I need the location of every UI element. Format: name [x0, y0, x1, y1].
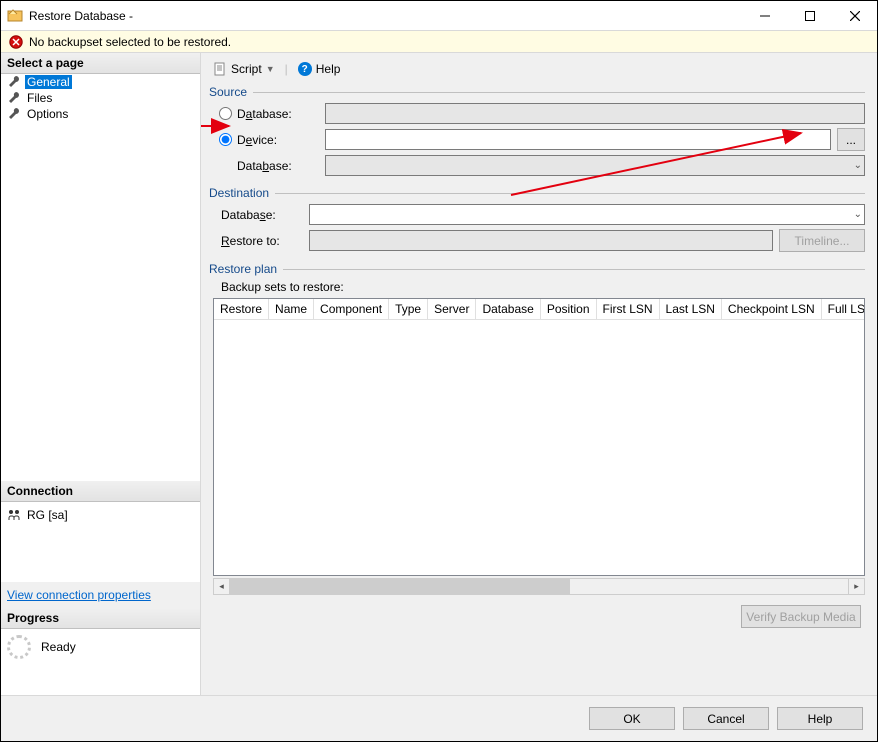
source-database-label: Database:	[237, 107, 292, 121]
destination-group: Destination Database: ⌄ Restore to: Time…	[209, 186, 865, 256]
table-column-header[interactable]: Component	[314, 299, 389, 319]
restore-to-label: Restore to:	[221, 234, 280, 248]
table-header: RestoreNameComponentTypeServerDatabasePo…	[214, 299, 864, 320]
source-database-combo[interactable]	[325, 103, 865, 124]
script-label: Script	[231, 62, 262, 76]
source-device-radio[interactable]	[219, 133, 232, 146]
table-column-header[interactable]: Checkpoint LSN	[722, 299, 822, 319]
table-column-header[interactable]: Type	[389, 299, 428, 319]
sidebar-header-progress: Progress	[1, 608, 200, 629]
wrench-icon	[7, 91, 21, 105]
cancel-button[interactable]: Cancel	[683, 707, 769, 730]
status-bar: No backupset selected to be restored.	[1, 31, 877, 53]
table-column-header[interactable]: Database	[476, 299, 540, 319]
main-area: Select a page General Files Options Conn…	[1, 53, 877, 695]
maximize-button[interactable]	[787, 1, 832, 30]
table-column-header[interactable]: Name	[269, 299, 314, 319]
table-column-header[interactable]: Position	[541, 299, 597, 319]
content-panel: Script ▼ | ? Help Source Database:	[201, 53, 877, 695]
sidebar-item-label: General	[25, 75, 72, 89]
connection-panel: RG [sa]	[1, 502, 200, 526]
source-legend: Source	[209, 85, 247, 99]
table-column-header[interactable]: Last LSN	[660, 299, 722, 319]
help-label: Help	[316, 62, 341, 76]
scroll-right-icon[interactable]: ▸	[848, 578, 865, 595]
backup-sets-label: Backup sets to restore:	[221, 280, 865, 294]
destination-database-combo[interactable]: ⌄	[309, 204, 865, 225]
wrench-icon	[7, 107, 21, 121]
scroll-track[interactable]	[230, 578, 848, 595]
error-icon	[9, 35, 23, 49]
table-column-header[interactable]: Full LSN	[822, 299, 865, 319]
close-button[interactable]	[832, 1, 877, 30]
help-footer-button[interactable]: Help	[777, 707, 863, 730]
help-button[interactable]: ? Help	[294, 60, 345, 78]
horizontal-scrollbar[interactable]: ◂ ▸	[213, 578, 865, 595]
dialog-footer: OK Cancel Help	[1, 695, 877, 741]
chevron-down-icon: ⌄	[854, 160, 862, 171]
scroll-left-icon[interactable]: ◂	[213, 578, 230, 595]
sidebar-header-pages: Select a page	[1, 53, 200, 74]
minimize-button[interactable]	[742, 1, 787, 30]
server-icon	[7, 508, 21, 522]
progress-spinner-icon	[7, 635, 31, 659]
source-group: Source Database: Device: ... Database: ⌄	[209, 85, 865, 180]
table-column-header[interactable]: Server	[428, 299, 476, 319]
wrench-icon	[7, 75, 21, 89]
script-icon	[213, 62, 227, 76]
sidebar: Select a page General Files Options Conn…	[1, 53, 201, 695]
app-icon	[7, 8, 23, 24]
chevron-down-icon: ⌄	[854, 209, 862, 220]
script-button[interactable]: Script ▼	[209, 60, 279, 78]
dialog-window: Restore Database - No backupset selected…	[0, 0, 878, 742]
connection-properties-link[interactable]: View connection properties	[7, 588, 194, 602]
sidebar-item-files[interactable]: Files	[1, 90, 200, 106]
scroll-thumb[interactable]	[230, 579, 570, 594]
titlebar: Restore Database -	[1, 1, 877, 31]
window-title: Restore Database -	[29, 9, 742, 23]
ok-button[interactable]: OK	[589, 707, 675, 730]
help-icon: ?	[298, 62, 312, 76]
sidebar-item-options[interactable]: Options	[1, 106, 200, 122]
dropdown-icon: ▼	[266, 64, 275, 74]
progress-status: Ready	[41, 640, 76, 654]
sidebar-item-general[interactable]: General	[1, 74, 200, 90]
sidebar-page-list: General Files Options	[1, 74, 200, 122]
restore-plan-group: Restore plan Backup sets to restore: Res…	[209, 262, 865, 689]
restore-to-input	[309, 230, 773, 251]
sidebar-item-label: Files	[25, 91, 54, 105]
source-device-db-combo[interactable]: ⌄	[325, 155, 865, 176]
device-browse-button[interactable]: ...	[837, 128, 865, 151]
source-device-input[interactable]	[325, 129, 831, 150]
sidebar-filler	[1, 122, 200, 481]
source-device-label: Device:	[237, 133, 277, 147]
sidebar-item-label: Options	[25, 107, 70, 121]
timeline-button[interactable]: Timeline...	[779, 229, 865, 252]
content-toolbar: Script ▼ | ? Help	[205, 57, 865, 81]
status-message: No backupset selected to be restored.	[29, 35, 231, 49]
progress-panel: Ready	[1, 629, 200, 665]
table-column-header[interactable]: First LSN	[597, 299, 660, 319]
destination-database-label: Database:	[221, 208, 276, 222]
source-database-radio[interactable]	[219, 107, 232, 120]
table-column-header[interactable]: Restore	[214, 299, 269, 319]
sidebar-header-connection: Connection	[1, 481, 200, 502]
connection-server: RG [sa]	[27, 508, 68, 522]
source-device-db-label: Database:	[237, 159, 292, 173]
destination-legend: Destination	[209, 186, 269, 200]
verify-backup-button[interactable]: Verify Backup Media	[741, 605, 861, 628]
restore-plan-legend: Restore plan	[209, 262, 277, 276]
backup-sets-table[interactable]: RestoreNameComponentTypeServerDatabasePo…	[213, 298, 865, 576]
